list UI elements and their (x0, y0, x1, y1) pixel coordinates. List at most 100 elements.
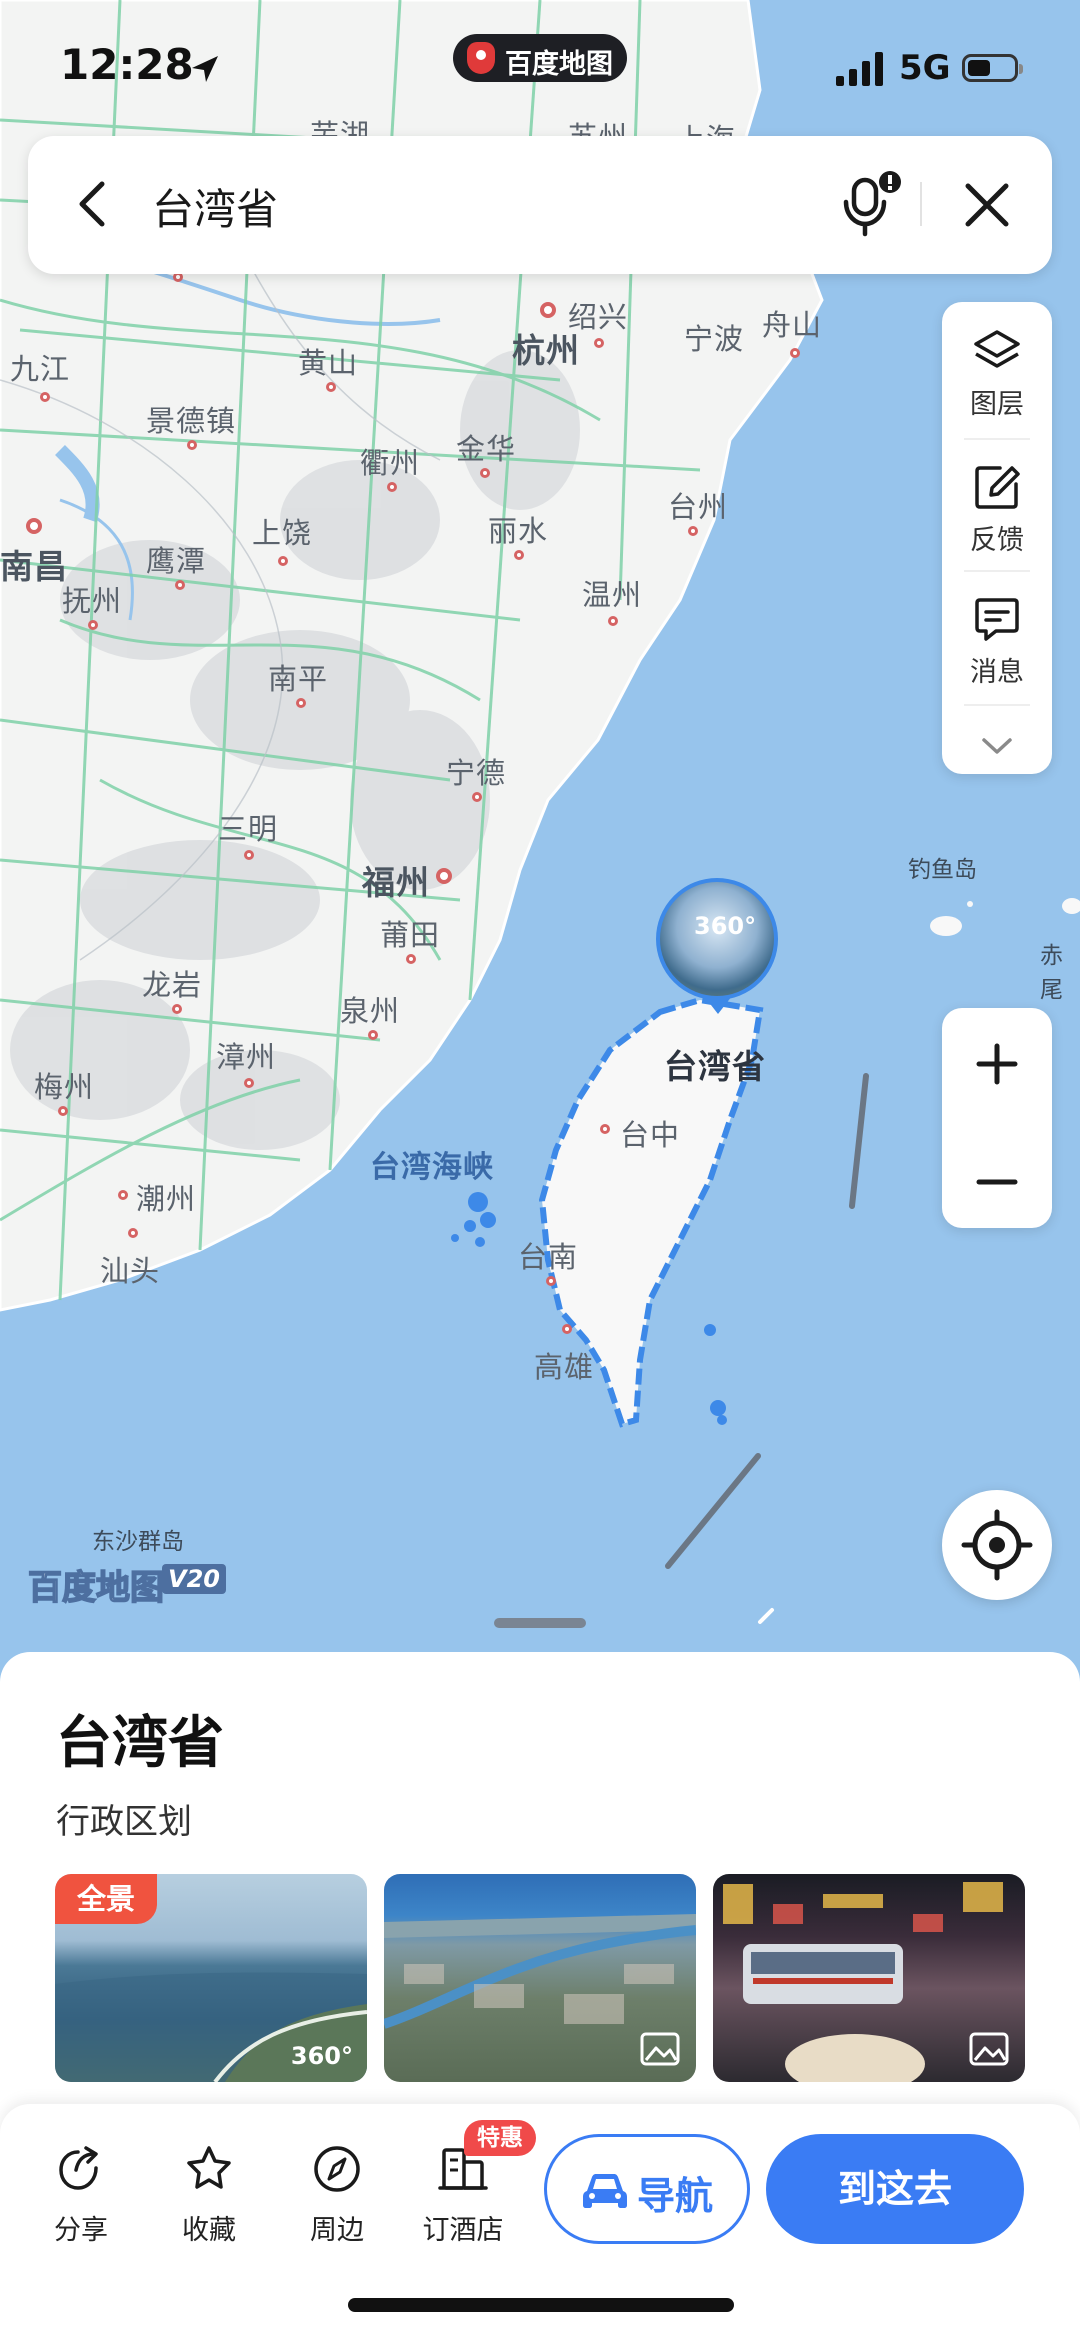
city-label: 泉州 (340, 994, 401, 1028)
navigate-label: 导航 (637, 2174, 714, 2218)
panorama-bubble[interactable]: 360° (656, 878, 778, 1000)
search-query[interactable]: 台湾省 (152, 176, 278, 237)
province-label[interactable]: 台湾省 (664, 1040, 766, 1088)
city-label: 台州 (668, 490, 729, 524)
city-dot (278, 556, 288, 566)
close-icon[interactable] (958, 176, 1016, 234)
place-title: 台湾省 (56, 1711, 224, 1776)
city-label: 台南 (518, 1240, 579, 1274)
city-dot (187, 440, 197, 450)
city-dot (688, 526, 698, 536)
city-dot (790, 348, 800, 358)
city-label: 南平 (268, 662, 329, 696)
chiwei-label: 赤尾 (1040, 943, 1063, 1003)
city-label: 高雄 (534, 1350, 595, 1384)
city-dot (40, 392, 50, 402)
car-icon (583, 2174, 627, 2208)
city-dot (406, 954, 416, 964)
map-tool-panel: 图层 反馈 消息 (942, 302, 1052, 774)
locate-me-button[interactable] (942, 1490, 1052, 1600)
city-dot (600, 1124, 610, 1134)
brand-name: 百度地图 (505, 49, 613, 80)
city-label: 梅州 (34, 1070, 95, 1104)
city-label: 宁波 (684, 322, 745, 356)
city-dot (296, 698, 306, 708)
city-dot (88, 620, 98, 630)
messages-button[interactable]: 消息 (942, 570, 1052, 700)
city-label: 抚州 (62, 584, 123, 618)
panorama-badge: 全景 (55, 1874, 157, 1924)
back-icon[interactable] (68, 176, 124, 232)
nearby-button[interactable]: 周边 (282, 2144, 392, 2254)
chevron-down-icon[interactable] (980, 736, 1014, 758)
city-label: 台中 (620, 1118, 681, 1152)
voice-mic-icon[interactable] (828, 166, 908, 246)
city-label: 杭州 (512, 331, 580, 370)
status-time: 12:28 (60, 40, 194, 89)
zoom-in-button[interactable] (942, 1008, 1052, 1118)
place-photo[interactable] (384, 1874, 696, 2082)
go-here-button[interactable]: 到这去 (766, 2134, 1024, 2244)
city-dot (58, 1106, 68, 1116)
image-icon (640, 2032, 680, 2066)
panorama-photo[interactable]: 全景 360° (55, 1874, 367, 2082)
zoom-out-button[interactable] (942, 1118, 1052, 1228)
favorite-label: 收藏 (182, 2215, 236, 2246)
sheet-drag-handle[interactable] (494, 1618, 586, 1628)
city-label: 龙岩 (142, 968, 203, 1002)
place-photo[interactable] (713, 1874, 1025, 2082)
city-dot (175, 580, 185, 590)
star-icon (187, 2146, 231, 2189)
favorite-button[interactable]: 收藏 (154, 2144, 264, 2254)
share-icon (59, 2146, 98, 2190)
city-dot (387, 482, 397, 492)
image-icon (969, 2032, 1009, 2066)
compass-icon (314, 2146, 360, 2192)
navigate-button[interactable]: 导航 (544, 2134, 750, 2244)
layers-button[interactable]: 图层 (942, 302, 1052, 432)
share-label: 分享 (54, 2215, 108, 2246)
city-dot (472, 792, 482, 802)
home-indicator[interactable] (348, 2298, 734, 2312)
search-bar[interactable]: 台湾省 (28, 136, 1052, 274)
book-hotel-button[interactable]: 订酒店 (408, 2144, 518, 2254)
tool-divider (964, 704, 1030, 706)
hotel-label: 订酒店 (422, 2215, 504, 2246)
city-label: 上饶 (252, 516, 313, 550)
city-dot (244, 1078, 254, 1088)
city-label: 南昌 (0, 547, 68, 586)
city-dot (480, 468, 490, 478)
city-dot (26, 518, 42, 534)
status-bar: 12:28 百度地图 5G (0, 0, 1080, 130)
city-label: 三明 (218, 812, 279, 846)
city-label: 福州 (362, 863, 430, 902)
nearby-label: 周边 (310, 2215, 364, 2246)
city-dot (514, 550, 524, 560)
city-label: 宁德 (446, 756, 507, 790)
city-label: 景德镇 (146, 404, 237, 438)
panorama-pointer (704, 996, 732, 1014)
city-label: 漳州 (216, 1040, 277, 1074)
minus-icon (976, 1179, 1018, 1185)
city-dot (608, 616, 618, 626)
city-dot (368, 1030, 378, 1040)
share-button[interactable]: 分享 (26, 2144, 136, 2254)
screen: 芜湖 苏州 上海 绍兴 杭州 宁波 舟山 九江 黄山 景德镇 衢州 金华 台州 … (0, 0, 1080, 2338)
city-label: 九江 (10, 352, 71, 386)
search-divider (920, 182, 922, 226)
network-type: 5G (899, 48, 951, 88)
panorama-360-mark: 360° (290, 2042, 353, 2070)
feedback-button[interactable]: 反馈 (942, 438, 1052, 568)
message-icon (975, 598, 1019, 641)
city-label: 黄山 (298, 346, 359, 380)
layers-label: 图层 (970, 389, 1024, 420)
city-dot (436, 868, 452, 884)
brand-pill[interactable]: 百度地图 (453, 34, 627, 82)
city-dot (540, 302, 556, 318)
city-dot (172, 1004, 182, 1014)
baidu-map-logo-icon (467, 42, 495, 74)
deal-badge: 特惠 (464, 2120, 536, 2156)
signal-icon (836, 52, 883, 86)
city-dot (546, 1276, 556, 1286)
battery-icon (962, 54, 1023, 82)
